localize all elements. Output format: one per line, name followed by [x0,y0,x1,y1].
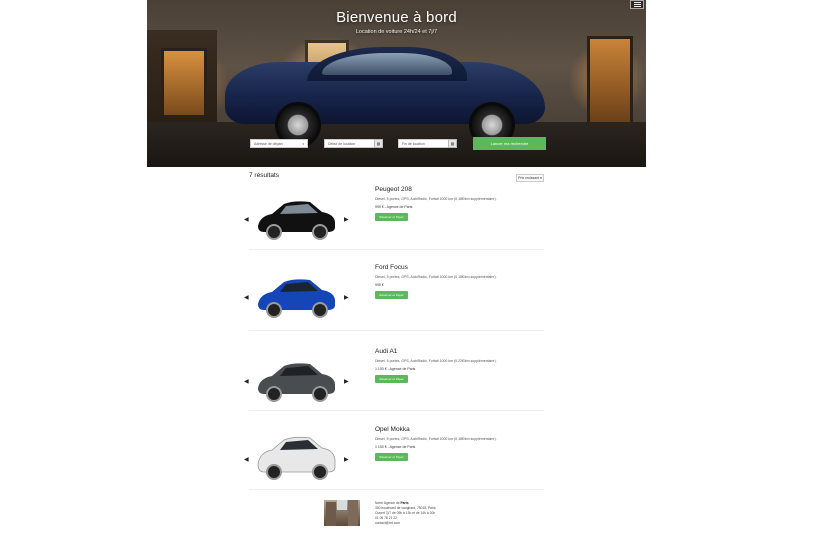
calendar-icon[interactable]: ▦ [448,139,457,148]
agency-prefix: Notre Agence de [375,501,400,505]
car-description: Diesel, 5 portes, GPS, AutoRadio, Forfai… [375,197,497,201]
hero-banner: Bienvenue à bord Location de voiture 24h… [147,0,646,167]
car-wheel-front [266,386,282,402]
agency-photo [324,500,360,526]
car-name: Audi A1 [375,348,398,355]
car-wheel-rear [312,464,328,480]
divider [249,249,544,250]
car-listing: ◀ ▶ Audi A1 Diesel, 5 portes, GPS, AutoR… [244,348,544,418]
car-description: Diesel, 5 portes, GPS, AutoRadio, Forfai… [375,437,497,441]
hero-door-right [587,36,633,126]
hero-subtitle: Location de voiture 24h/24 et 7j/7 [355,29,438,35]
car-price: 999 € [375,283,384,287]
car-name: Opel Mokka [375,426,410,433]
car-name: Ford Focus [375,264,408,271]
search-bar: Adresse de départ ▾ Début de location ▦ … [248,137,546,150]
divider [249,330,544,331]
calendar-icon[interactable]: ▦ [374,139,383,148]
triangle-right-icon[interactable]: ▶ [344,294,349,301]
sort-dropdown[interactable]: Prix croissant ▾ [516,174,544,182]
agency-info: Notre Agence de Paris 300 boulevard de v… [375,501,435,526]
triangle-right-icon[interactable]: ▶ [344,378,349,385]
hero-title: Bienvenue à bord [336,9,457,26]
triangle-left-icon[interactable]: ◀ [244,378,249,385]
car-photo [257,436,336,480]
car-wheel-front [266,302,282,318]
car-wheel-rear [312,224,328,240]
car-photo [258,201,335,240]
reserve-button[interactable]: Réserver et Payer [375,213,408,221]
triangle-left-icon[interactable]: ◀ [244,216,249,223]
address-select[interactable]: Adresse de départ ▾ [250,139,308,148]
triangle-right-icon[interactable]: ▶ [344,216,349,223]
car-wheel-rear [312,302,328,318]
menu-button[interactable] [630,0,644,9]
car-listing: ◀ ▶ Opel Mokka Diesel, 5 portes, GPS, Au… [244,426,544,496]
car-wheel-front [266,464,282,480]
hero-door-left [161,48,207,118]
car-price: 999 € - Agence de Paris [375,205,413,209]
car-description: Diesel, 5 portes, GPS, AutoRadio, Forfai… [375,359,497,363]
address-select-value: Adresse de départ [254,141,283,146]
divider [249,489,544,490]
car-wheel-front [266,224,282,240]
search-button[interactable]: Lancer ma recherche [473,137,546,150]
car-price: 1 100 € - Agence de Paris [375,367,416,371]
triangle-left-icon[interactable]: ◀ [244,294,249,301]
results-count: 7 résultats [249,172,279,179]
agency-city: Paris [400,501,409,505]
car-price: 1 150 € - Agence de Paris [375,445,416,449]
hamburger-icon [633,2,641,3]
caret-down-icon: ▾ [302,142,304,146]
divider [249,410,544,411]
car-photo [258,363,335,402]
car-name: Peugeot 208 [375,186,412,193]
reserve-button[interactable]: Réserver et Payer [375,291,408,299]
reserve-button[interactable]: Réserver et Payer [375,375,408,383]
car-listing: ◀ ▶ Peugeot 208 Diesel, 5 portes, GPS, A… [244,186,544,256]
car-photo [258,279,335,318]
car-listing: ◀ ▶ Ford Focus Diesel, 5 portes, GPS, Au… [244,264,544,334]
car-description: Diesel, 5 portes, GPS, AutoRadio, Forfai… [375,275,497,279]
reserve-button[interactable]: Réserver et Payer [375,453,408,461]
car-wheel-rear [312,386,328,402]
agency-email[interactable]: contact@rnt.com [375,521,435,526]
triangle-right-icon[interactable]: ▶ [344,456,349,463]
end-date-placeholder: Fin de location [402,141,425,146]
triangle-left-icon[interactable]: ◀ [244,456,249,463]
start-date-placeholder: Début de location [328,141,356,146]
